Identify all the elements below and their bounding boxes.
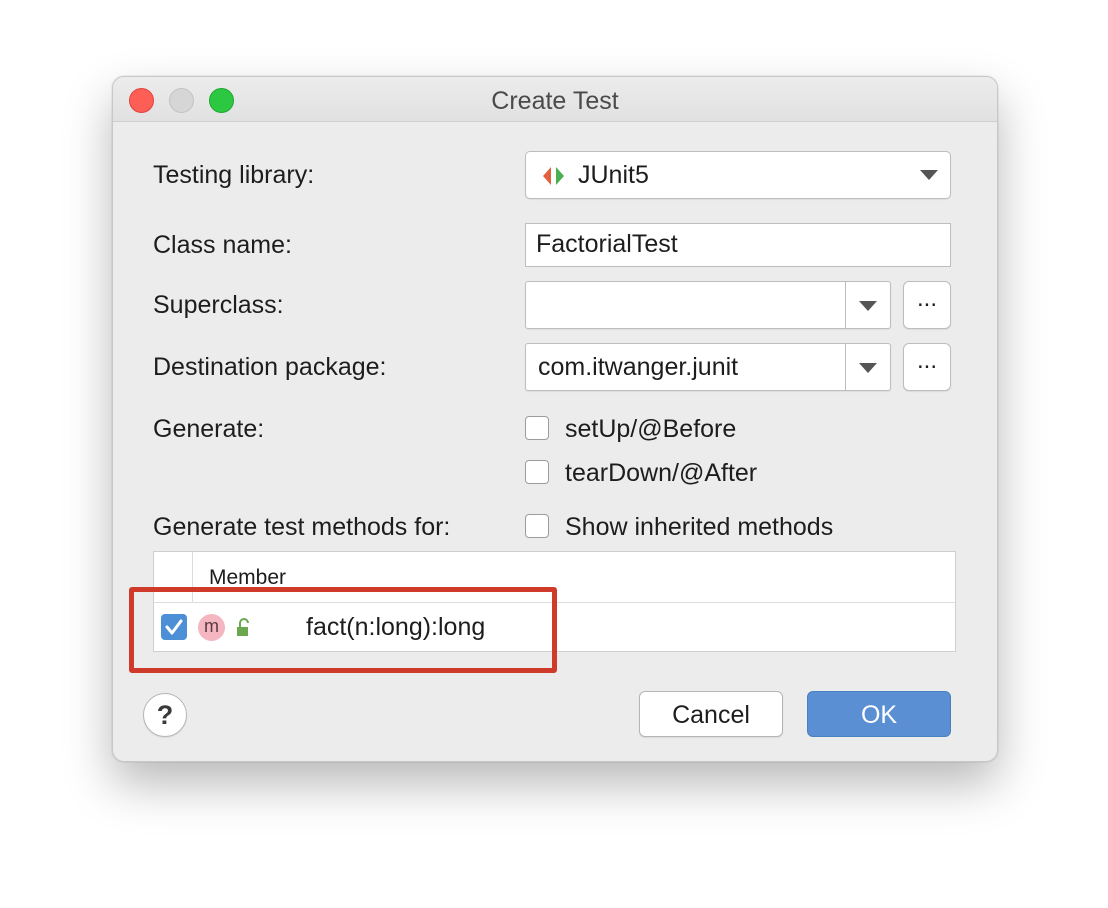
chevron-down-icon — [859, 363, 877, 373]
ok-button[interactable]: OK — [807, 691, 951, 737]
destination-package-dropdown-button[interactable] — [845, 344, 890, 390]
setup-before-checkbox[interactable] — [525, 416, 549, 440]
generate-label: Generate: — [153, 415, 265, 443]
generate-methods-label: Generate test methods for: — [153, 513, 451, 541]
destination-package-combo[interactable]: com.itwanger.junit — [525, 343, 891, 391]
create-test-dialog: Create Test Testing library: JUnit5 Clas… — [112, 76, 998, 762]
title-bar: Create Test — [113, 77, 997, 122]
class-name-label: Class name: — [153, 231, 292, 259]
setup-before-label: setUp/@Before — [565, 415, 737, 443]
help-button[interactable]: ? — [143, 693, 187, 737]
destination-package-browse-button[interactable]: ... — [903, 343, 951, 391]
teardown-after-checkbox[interactable] — [525, 460, 549, 484]
superclass-browse-button[interactable]: ... — [903, 281, 951, 329]
junit-icon — [543, 167, 564, 185]
testing-library-label: Testing library: — [153, 161, 315, 189]
destination-package-value: com.itwanger.junit — [538, 353, 739, 381]
cancel-button[interactable]: Cancel — [639, 691, 783, 737]
teardown-after-label: tearDown/@After — [565, 459, 758, 487]
show-inherited-checkbox[interactable] — [525, 514, 549, 538]
superclass-label: Superclass: — [153, 291, 284, 319]
testing-library-value: JUnit5 — [578, 161, 649, 189]
destination-package-label: Destination package: — [153, 353, 387, 381]
window-title: Create Test — [491, 87, 619, 115]
superclass-dropdown-button[interactable] — [845, 282, 890, 328]
class-name-input[interactable]: FactorialTest — [525, 223, 951, 267]
show-inherited-label: Show inherited methods — [565, 513, 834, 541]
testing-library-select[interactable]: JUnit5 — [525, 151, 951, 199]
highlight-annotation — [129, 587, 557, 673]
chevron-down-icon — [920, 170, 938, 180]
chevron-down-icon — [859, 301, 877, 311]
superclass-combo[interactable] — [525, 281, 891, 329]
